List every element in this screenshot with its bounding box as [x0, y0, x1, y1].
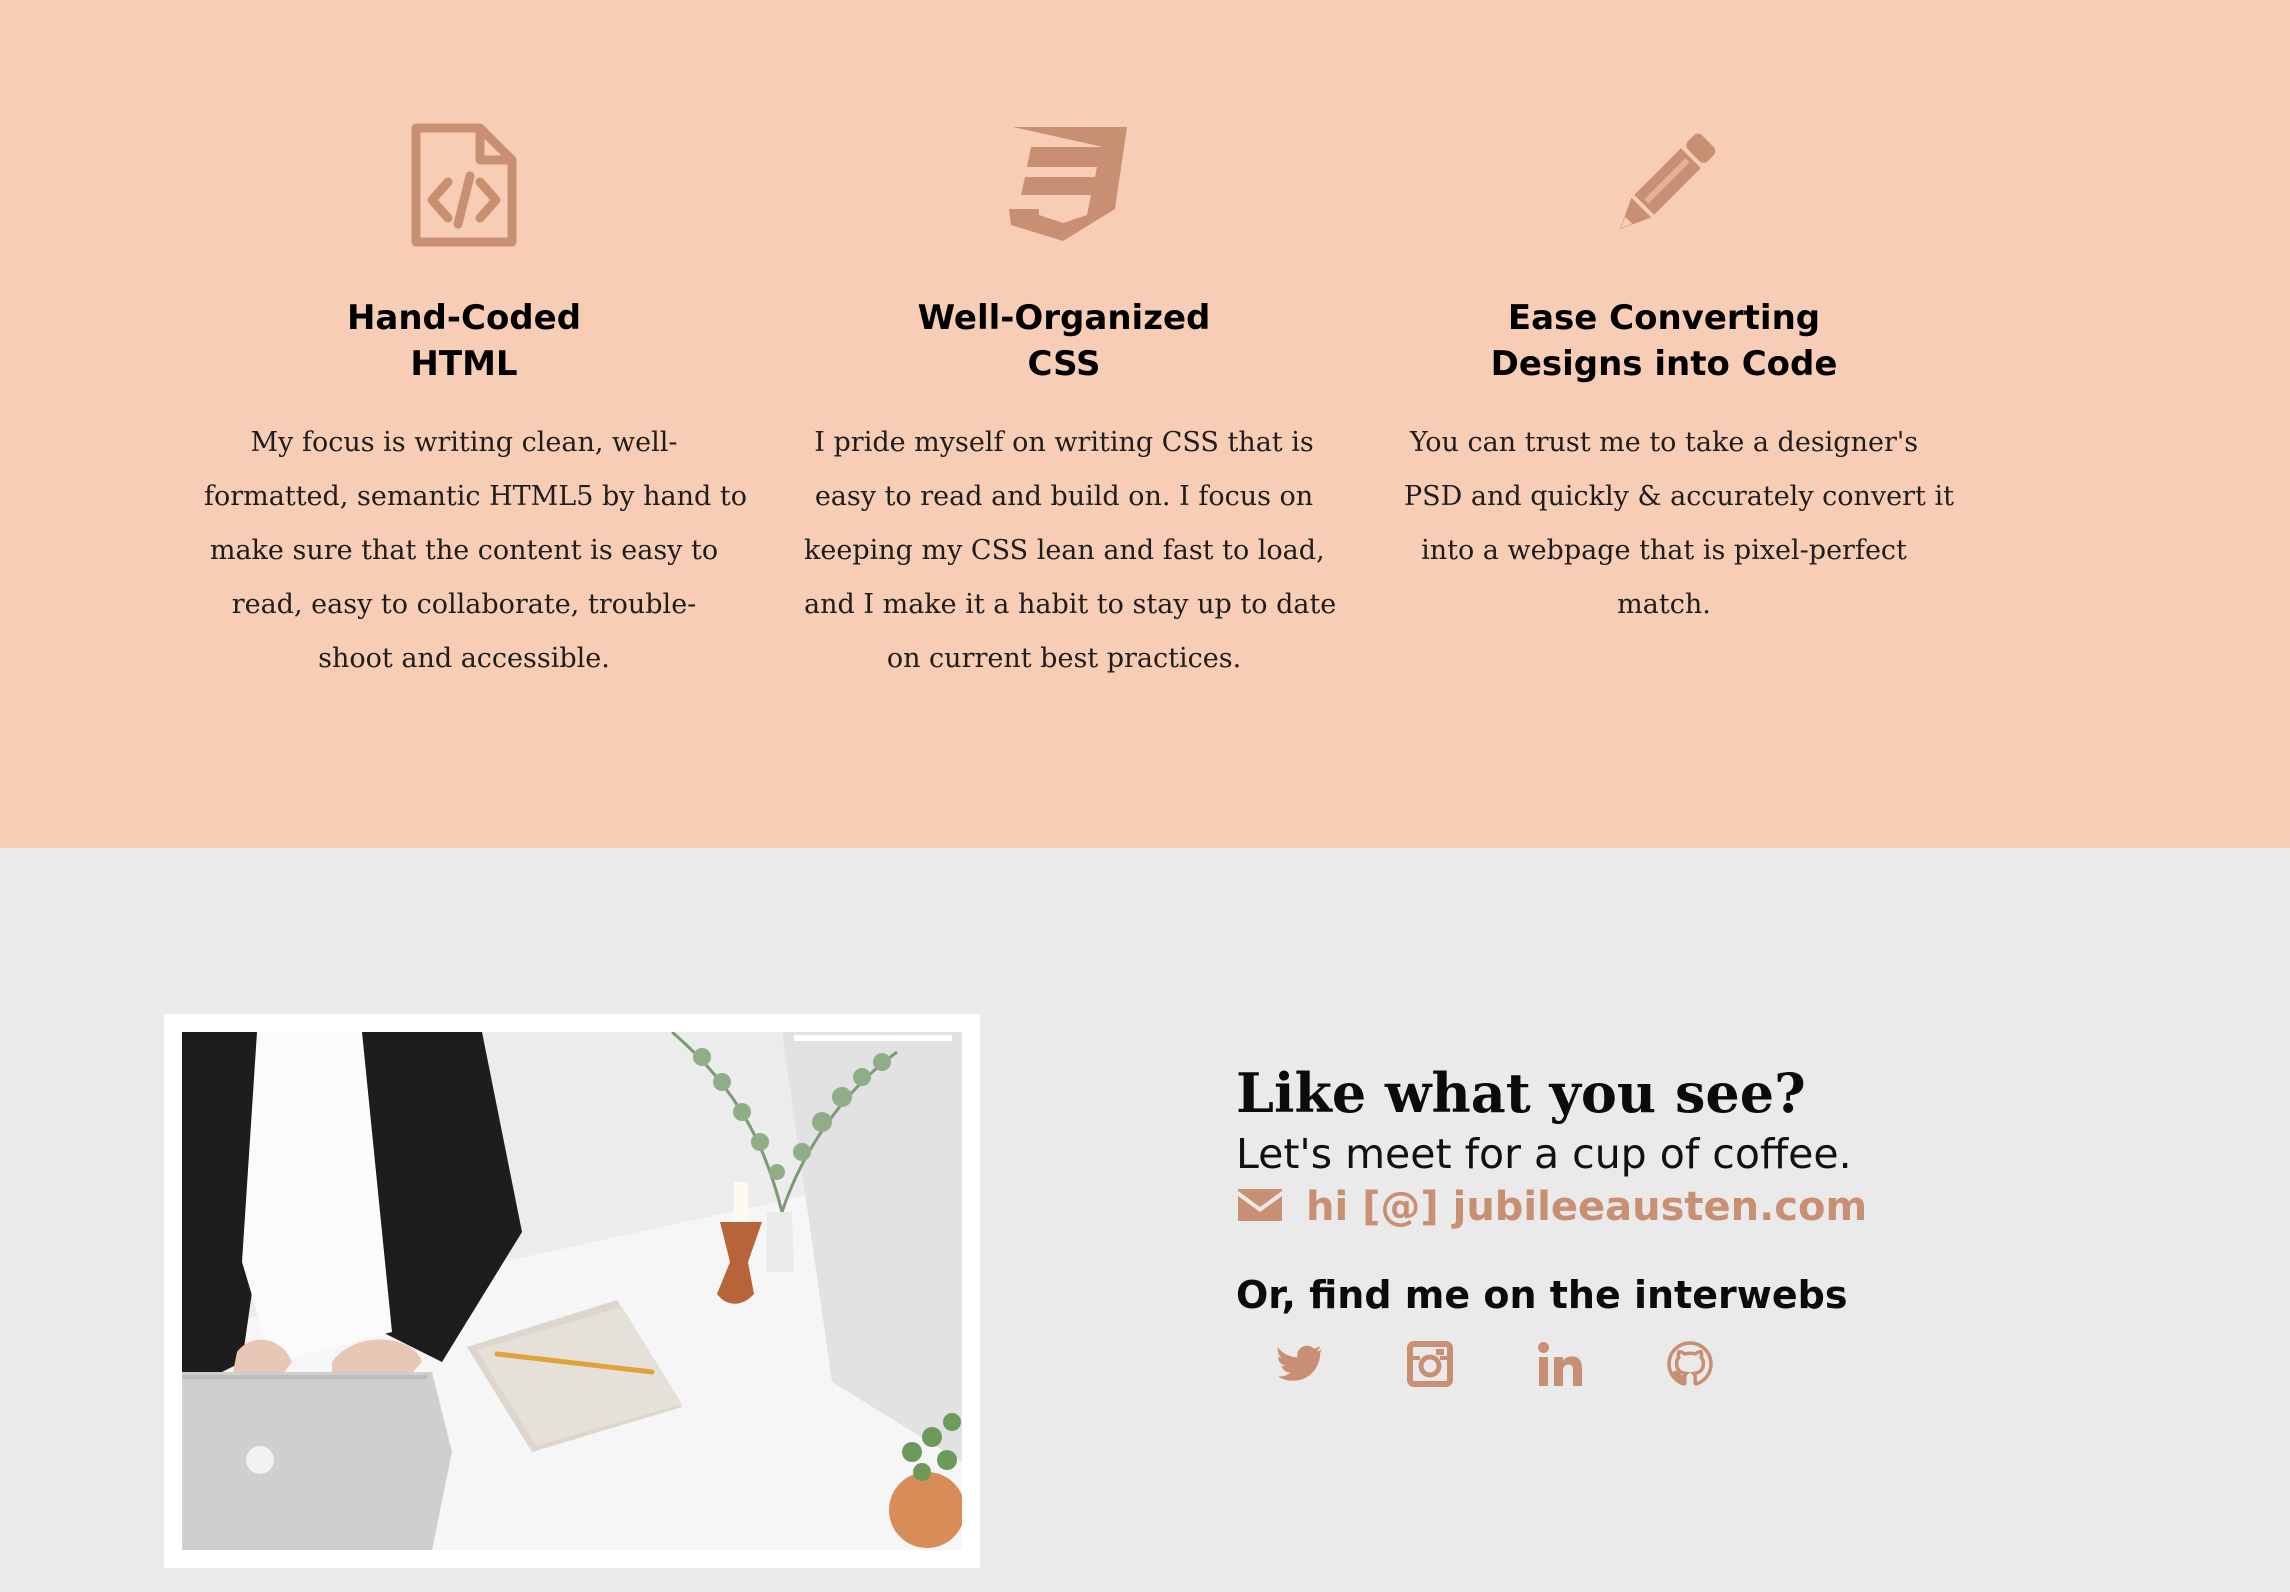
skill-title-line: HTML	[410, 344, 518, 384]
workspace-photo-frame	[164, 1014, 980, 1568]
pencil-icon	[1404, 115, 1924, 255]
instagram-icon	[1407, 1341, 1453, 1387]
skill-title-line: Hand-Coded	[346, 298, 582, 338]
skill-title-line: CSS	[1027, 344, 1101, 384]
skill-title-line: Well-Organized	[917, 298, 1211, 338]
contact-section: Like what you see? Let's meet for a cup …	[0, 848, 2290, 1592]
email-link[interactable]: hi [@] jubileeausten.com	[1236, 1184, 1867, 1230]
social-links	[1276, 1340, 1714, 1388]
skill-description-line: on current best practices.	[886, 643, 1242, 674]
skill-title: Well-Organized CSS	[804, 295, 1324, 387]
skill-description-line: PSD and quickly & accurately convert it	[1404, 481, 1954, 512]
skill-description-line: I pride myself on writing CSS that is	[814, 427, 1314, 458]
skill-description-line: into a webpage that is pixel-perfect	[1421, 535, 1907, 566]
skill-description: You can trust me to take a designer's PS…	[1404, 416, 1954, 632]
skill-description-line: shoot and accessible.	[318, 643, 610, 674]
workspace-photo	[182, 1032, 962, 1550]
html-file-code-icon	[204, 115, 724, 255]
skill-description-line: keeping my CSS lean and fast to load,	[804, 535, 1325, 566]
social-heading: Or, find me on the interwebs	[1236, 1273, 1848, 1317]
skill-description-line: formatted, semantic HTML5 by hand to	[204, 481, 747, 512]
twitter-icon	[1277, 1345, 1323, 1381]
envelope-icon	[1236, 1187, 1284, 1227]
skill-title-line: Designs into Code	[1490, 344, 1838, 384]
skill-description-line: make sure that the content is easy to	[209, 535, 719, 566]
skill-title: Hand-Coded HTML	[204, 295, 724, 387]
skill-title-line: Ease Converting	[1507, 298, 1821, 338]
contact-heading: Like what you see?	[1236, 1061, 1806, 1125]
github-icon	[1667, 1341, 1713, 1386]
skill-description: My focus is writing clean, well- formatt…	[204, 416, 747, 686]
css3-icon	[804, 115, 1324, 255]
skill-description: I pride myself on writing CSS that is ea…	[804, 416, 1337, 686]
skill-description-line: You can trust me to take a designer's	[1409, 427, 1919, 458]
skill-description-line: read, easy to collaborate, trouble-	[231, 589, 697, 620]
linkedin-link[interactable]	[1536, 1340, 1584, 1388]
instagram-link[interactable]	[1406, 1340, 1454, 1388]
skill-description-line: My focus is writing clean, well-	[250, 427, 678, 458]
contact-subheading: Let's meet for a cup of coffee.	[1236, 1130, 1852, 1178]
twitter-link[interactable]	[1276, 1340, 1324, 1388]
linkedin-icon	[1538, 1342, 1582, 1386]
email-address: hi [@] jubileeausten.com	[1306, 1184, 1868, 1230]
skill-description-line: match.	[1617, 589, 1711, 620]
skill-description-line: and I make it a habit to stay up to date	[804, 589, 1337, 620]
github-link[interactable]	[1666, 1340, 1714, 1388]
skill-title: Ease Converting Designs into Code	[1404, 295, 1924, 387]
skill-description-line: easy to read and build on. I focus on	[814, 481, 1314, 512]
skills-section: Hand-Coded HTML My focus is writing clea…	[0, 0, 2290, 848]
